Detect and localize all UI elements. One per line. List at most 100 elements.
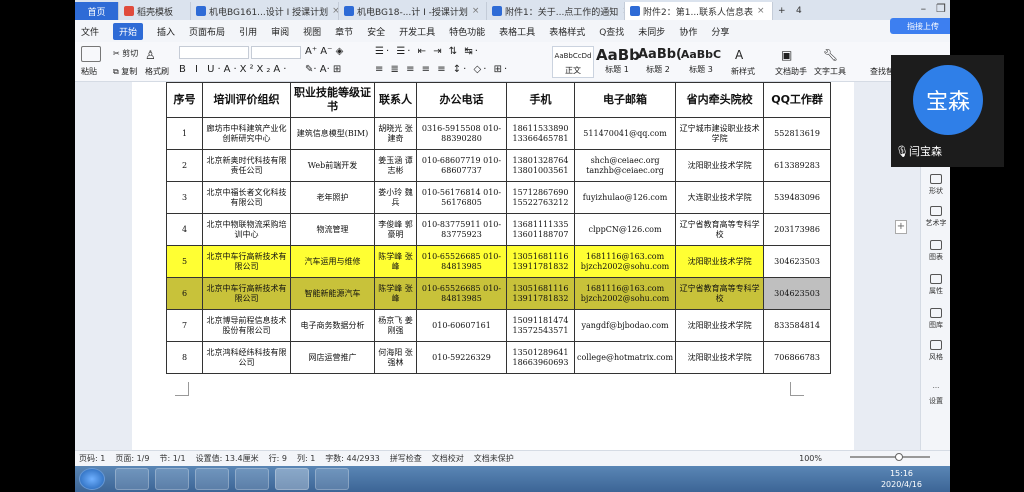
cell-qq[interactable]: 539483096 [763, 181, 832, 214]
menu-item-view[interactable]: 视图 [303, 25, 321, 38]
cell-qq[interactable]: 706866783 [763, 341, 832, 374]
restore-icon[interactable]: ❐ [936, 2, 946, 15]
menu-item-features[interactable]: 特色功能 [449, 25, 485, 38]
sync-status[interactable]: 未同步 [638, 25, 665, 38]
table-row[interactable]: 3 北京中福长者文化科技有限公司 老年照护 娄小玲 魏 兵 010-56176814 0… [166, 181, 832, 214]
paste-button[interactable]: 粘贴 [81, 66, 97, 77]
table-row[interactable]: 1 廊坊市中科建筑产业化创新研究中心 建筑信息模型(BIM) 胡晓光 张建奇 0316-… [166, 117, 832, 150]
cell-email[interactable]: shch@ceiaec.org tanzhb@ceiaec.org [573, 149, 677, 182]
status-pages[interactable]: 页面: 1/9 [115, 453, 149, 464]
cell-contact[interactable]: 杨京飞 姜刚强 [374, 309, 417, 342]
table-row[interactable]: 8 北京鸿科经纬科技有限公司 网店运营推广 何海阳 张强林 010-59226329 13… [166, 341, 832, 374]
style-heading2[interactable]: AaBb(标题 2 [638, 46, 682, 78]
cell-cert[interactable]: 老年照护 [290, 181, 375, 214]
cell-cert[interactable]: 智能新能源汽车 [290, 277, 375, 310]
cell-school[interactable]: 大连职业技术学院 [675, 181, 765, 214]
cut-button[interactable]: ✂ 剪切 [113, 48, 138, 59]
tab-count-badge[interactable]: 4 [791, 2, 809, 20]
sidebar-item-settings[interactable]: ··· 设置 [921, 384, 950, 406]
tab-doc[interactable]: 附件1：关于...点工作的通知× [487, 2, 625, 20]
cell-no[interactable]: 2 [166, 149, 203, 182]
cell-office[interactable]: 010-65526685 010-84813985 [416, 277, 507, 310]
table-row[interactable]: 6 北京中车行高新技术有限公司 智能新能源汽车 陈学峰 张 峰 010-65526685… [166, 277, 832, 310]
cell-contact[interactable]: 陈学峰 张 峰 [374, 277, 417, 310]
cell-office[interactable]: 010-56176814 010-56176805 [416, 181, 507, 214]
cell-org[interactable]: 北京中车行高新技术有限公司 [202, 245, 291, 278]
cell-mobile[interactable]: 15712867690 15522763212 [506, 181, 575, 214]
menu-item-insert[interactable]: 插入 [157, 25, 175, 38]
list-buttons[interactable]: ☰· ☰· ⇤ ⇥ ⇅ ↹· [375, 46, 480, 57]
new-tab-button[interactable]: + [773, 2, 791, 20]
tab-active-doc[interactable]: 附件2：第1...联系人信息表 × [625, 2, 773, 20]
zoom-slider[interactable] [850, 453, 930, 461]
sidebar-item-properties[interactable]: 属性 [921, 274, 950, 296]
cell-no[interactable]: 6 [166, 277, 203, 310]
font-grow-shrink[interactable]: A⁺ A⁻ ◈ [305, 46, 343, 57]
cell-mobile[interactable]: 18611533890 13366465781 [506, 117, 575, 150]
cell-cert[interactable]: 物流管理 [290, 213, 375, 246]
cell-contact[interactable]: 何海阳 张强林 [374, 341, 417, 374]
add-column-button[interactable]: + [895, 220, 907, 234]
cell-office[interactable]: 010-60607161 [416, 309, 507, 342]
cell-no[interactable]: 5 [166, 245, 203, 278]
cell-mobile[interactable]: 13051681116 13911781832 [506, 277, 575, 310]
font-format-buttons[interactable]: B I U·A·X²X₂A· [179, 64, 289, 75]
cell-mobile[interactable]: 15091181474 13572543571 [506, 309, 575, 342]
font-name-select[interactable] [179, 46, 249, 59]
table-row[interactable]: 5 北京中车行高新技术有限公司 汽车运用与维修 陈学峰 张 峰 010-65526685… [166, 245, 832, 278]
close-icon[interactable]: × [757, 6, 765, 16]
cell-cert[interactable]: 网店运营推广 [290, 341, 375, 374]
cell-org[interactable]: 北京博导前程信息技术股份有限公司 [202, 309, 291, 342]
cell-school[interactable]: 沈阳职业技术学院 [675, 149, 765, 182]
highlight-buttons[interactable]: ✎· A· ⊞ [305, 64, 341, 75]
menu-search[interactable]: Q查找 [599, 25, 624, 38]
cell-office[interactable]: 010-65526685 010-84813985 [416, 245, 507, 278]
cell-cert[interactable]: 电子商务数据分析 [290, 309, 375, 342]
tab-docer[interactable]: 稻壳模板 [119, 2, 191, 20]
menu-item-devtools[interactable]: 开发工具 [399, 25, 435, 38]
cell-mobile[interactable]: 13051681116 13911781832 [506, 245, 575, 278]
status-words[interactable]: 字数: 44/2933 [325, 453, 379, 464]
zoom-level[interactable]: 100% [799, 454, 822, 463]
menu-item-review[interactable]: 审阅 [271, 25, 289, 38]
menu-item-table-tools[interactable]: 表格工具 [499, 25, 535, 38]
paste-icon[interactable] [81, 46, 101, 62]
cell-qq[interactable]: 552813619 [763, 117, 832, 150]
cell-cert[interactable]: 建筑信息模型(BIM) [290, 117, 375, 150]
cell-org[interactable]: 廊坊市中科建筑产业化创新研究中心 [202, 117, 291, 150]
cell-office[interactable]: 010-83775911 010-83775923 [416, 213, 507, 246]
taskbar-app-icon[interactable] [315, 468, 349, 490]
menu-item-file[interactable]: 文件 [81, 25, 99, 38]
sidebar-item-style[interactable]: 风格 [921, 340, 950, 362]
sidebar-item-gallery[interactable]: 图库 [921, 308, 950, 330]
cell-school[interactable]: 辽宁省教育高等专科学校 [675, 213, 765, 246]
table-row[interactable]: 4 北京中物联物流采购培训中心 物流管理 李俊峰 郭豪明 010-83775911 01… [166, 213, 832, 246]
cell-school[interactable]: 辽宁城市建设职业技术学院 [675, 117, 765, 150]
spell-check-button[interactable]: 拼写检查 [390, 453, 422, 464]
taskbar-app-icon[interactable] [115, 468, 149, 490]
cell-office[interactable]: 010-59226329 [416, 341, 507, 374]
menu-item-reference[interactable]: 引用 [239, 25, 257, 38]
cell-qq[interactable]: 304623503 [763, 277, 832, 310]
cell-school[interactable]: 沈阳职业技术学院 [675, 245, 765, 278]
doc-helper-icon[interactable]: ▣ [781, 48, 792, 62]
cell-school[interactable]: 辽宁省教育高等专科学校 [675, 277, 765, 310]
cell-no[interactable]: 1 [166, 117, 203, 150]
style-heading1[interactable]: AaBb 标题 1 [596, 46, 640, 78]
cell-org[interactable]: 北京中福长者文化科技有限公司 [202, 181, 291, 214]
sidebar-item-shape[interactable]: 形状 [921, 174, 950, 196]
collab-button[interactable]: 协作 [679, 25, 697, 38]
format-painter-icon[interactable]: ♙ [145, 48, 156, 62]
tab-home[interactable]: 首页 [75, 2, 119, 20]
cell-email[interactable]: 1681116@163.com bjzch2002@sohu.com [573, 277, 677, 310]
upload-button[interactable]: 指接上传 [890, 18, 950, 34]
cell-no[interactable]: 7 [166, 309, 203, 342]
cell-email[interactable]: yangdf@bjbodao.com [573, 309, 677, 342]
taskbar-app-icon[interactable] [195, 468, 229, 490]
cell-qq[interactable]: 203173986 [763, 213, 832, 246]
table-row[interactable]: 7 北京博导前程信息技术股份有限公司 电子商务数据分析 杨京飞 姜刚强 010-6060… [166, 309, 832, 342]
tab-doc[interactable]: 机电BG161...设计 I 授课计划 × [191, 2, 339, 20]
cell-email[interactable]: college@hotmatrix.com [573, 341, 677, 374]
new-style-button[interactable]: 新样式 [731, 66, 755, 77]
cell-qq[interactable]: 613389283 [763, 149, 832, 182]
